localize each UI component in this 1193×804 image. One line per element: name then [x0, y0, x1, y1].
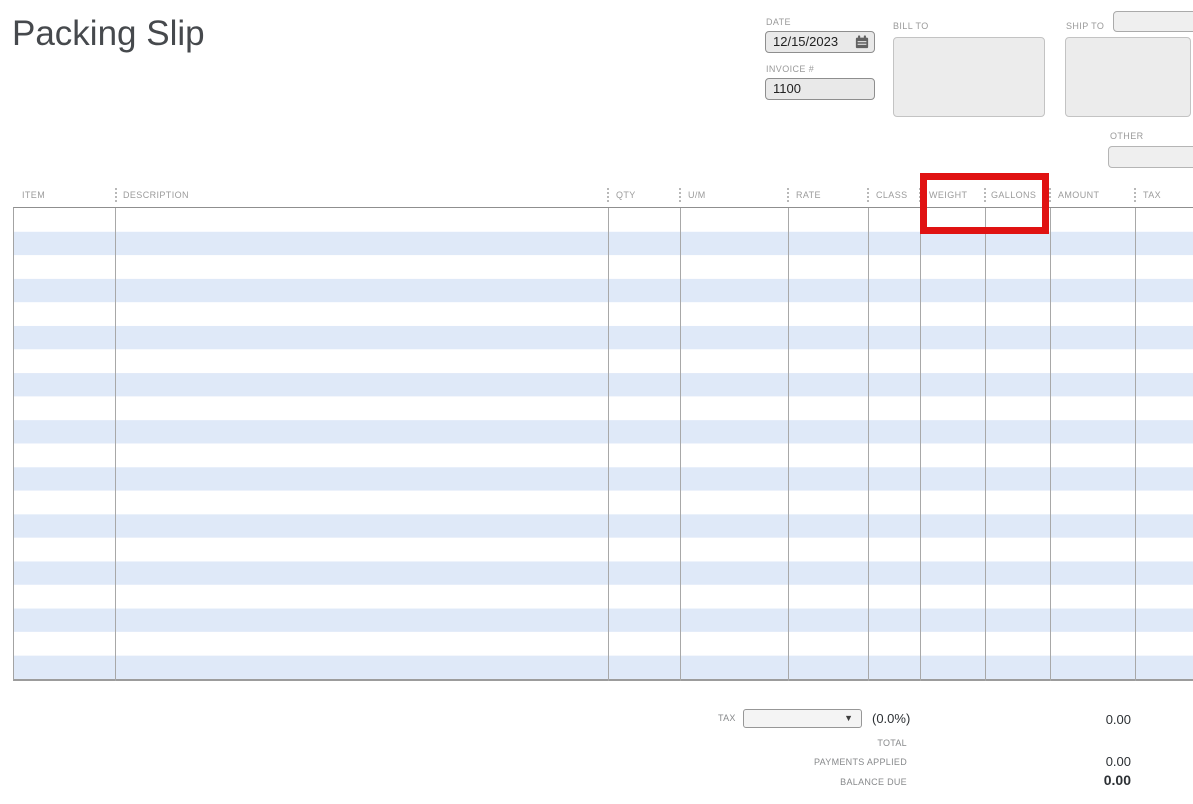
- column-header-um: U/M: [688, 190, 706, 200]
- other-label: OTHER: [1110, 131, 1144, 141]
- column-header-item: ITEM: [22, 190, 45, 200]
- payments-applied-label: PAYMENTS APPLIED: [707, 757, 907, 767]
- table-grid-line: [920, 208, 921, 681]
- tax-dropdown[interactable]: ▼: [743, 709, 862, 728]
- tax-label: TAX: [718, 713, 736, 723]
- table-grid-line: [608, 208, 609, 681]
- column-header-description: DESCRIPTION: [123, 190, 189, 200]
- column-separator: [115, 188, 117, 202]
- column-header-class: CLASS: [876, 190, 908, 200]
- payments-applied-amount: 0.00: [1049, 754, 1131, 769]
- dropdown-arrow-icon: ▼: [844, 713, 853, 723]
- column-separator: [1049, 188, 1051, 202]
- column-separator: [679, 188, 681, 202]
- table-grid-line: [1135, 208, 1136, 681]
- invoice-input[interactable]: 1100: [765, 78, 875, 100]
- column-separator: [867, 188, 869, 202]
- table-grid-line: [868, 208, 869, 681]
- weight-gallons-highlight-box: [920, 173, 1049, 234]
- table-grid-line: [985, 208, 986, 681]
- column-separator: [787, 188, 789, 202]
- column-header-rate: RATE: [796, 190, 821, 200]
- column-header-qty: QTY: [616, 190, 636, 200]
- column-header-amount: AMOUNT: [1058, 190, 1099, 200]
- date-label: DATE: [766, 17, 791, 27]
- column-header-tax: TAX: [1143, 190, 1161, 200]
- line-items-grid[interactable]: [13, 207, 1193, 681]
- column-separator: [607, 188, 609, 202]
- ship-to-box[interactable]: [1065, 37, 1191, 117]
- table-grid-line: [788, 208, 789, 681]
- table-grid-line: [680, 208, 681, 681]
- total-label: TOTAL: [707, 738, 907, 748]
- table-grid-line: [1050, 208, 1051, 681]
- page-title: Packing Slip: [12, 14, 205, 54]
- calendar-icon[interactable]: [855, 35, 869, 49]
- invoice-label: INVOICE #: [766, 64, 814, 74]
- date-input[interactable]: 12/15/2023: [765, 31, 875, 53]
- date-value: 12/15/2023: [773, 34, 838, 49]
- ship-to-selector[interactable]: [1113, 11, 1193, 32]
- bill-to-label: BILL TO: [893, 21, 929, 31]
- column-separator: [1134, 188, 1136, 202]
- tax-amount: 0.00: [1049, 712, 1131, 727]
- packing-slip-form: Packing Slip DATE 12/15/2023 INVOICE # 1…: [0, 0, 1193, 804]
- ship-to-label: SHIP TO: [1066, 21, 1104, 31]
- balance-due-label: BALANCE DUE: [707, 777, 907, 787]
- balance-due-amount: 0.00: [1049, 772, 1131, 788]
- other-input[interactable]: [1108, 146, 1193, 168]
- table-grid-line: [115, 208, 116, 681]
- bill-to-box[interactable]: [893, 37, 1045, 117]
- tax-rate: (0.0%): [872, 711, 910, 726]
